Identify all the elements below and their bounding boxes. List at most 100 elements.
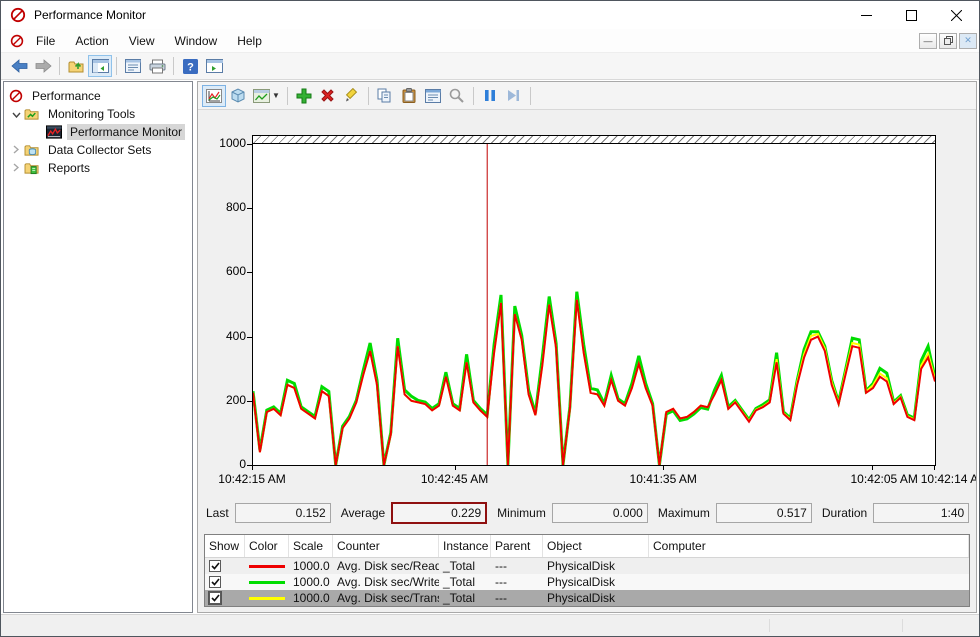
close-icon — [951, 10, 962, 21]
column-header-counter[interactable]: Counter — [333, 535, 439, 557]
forward-icon — [35, 59, 52, 73]
view-current-activity-button[interactable] — [202, 85, 226, 107]
graph-type-icon — [253, 89, 270, 103]
menu-help[interactable]: Help — [229, 30, 270, 52]
counter-name: Avg. Disk sec/Transfer — [333, 590, 439, 606]
status-separator — [769, 619, 770, 632]
up-one-level-button[interactable] — [64, 55, 88, 77]
new-window-button[interactable] — [202, 55, 226, 77]
stat-value: 1:40 — [873, 503, 969, 523]
properties-dialog-button[interactable] — [421, 85, 445, 107]
status-bar — [1, 614, 979, 636]
parent-value: --- — [491, 558, 543, 574]
show-checkbox[interactable] — [209, 576, 221, 588]
y-axis-label: 800 — [204, 200, 246, 214]
menu-view[interactable]: View — [121, 30, 163, 52]
column-header-instance[interactable]: Instance — [439, 535, 491, 557]
scale-overflow-hatch — [253, 136, 935, 144]
freeze-display-button[interactable] — [478, 85, 502, 107]
column-header-color[interactable]: Color — [245, 535, 289, 557]
export-list-button[interactable] — [145, 55, 169, 77]
tree-item-performance-monitor[interactable]: Performance Monitor — [4, 123, 192, 141]
toolbar-separator — [173, 57, 174, 75]
line-chart[interactable] — [253, 144, 935, 465]
status-separator — [902, 619, 903, 632]
delete-counter-button[interactable] — [316, 85, 340, 107]
show-checkbox[interactable] — [209, 592, 221, 604]
menu-window[interactable]: Window — [167, 30, 226, 52]
highlight-button[interactable] — [340, 85, 364, 107]
column-header-scale[interactable]: Scale — [289, 535, 333, 557]
mdi-restore-button[interactable] — [939, 33, 957, 49]
mdi-close-button[interactable]: ✕ — [959, 33, 977, 49]
counter-name: Avg. Disk sec/Write — [333, 574, 439, 590]
back-button[interactable] — [7, 55, 31, 77]
minimize-icon — [861, 10, 872, 21]
help-button[interactable]: ? — [178, 55, 202, 77]
show-console-tree-button[interactable] — [88, 55, 112, 77]
pause-icon — [484, 89, 496, 102]
folder-up-icon — [68, 59, 85, 74]
maximize-button[interactable] — [889, 1, 934, 29]
y-axis-tick — [247, 337, 252, 338]
plot-frame — [252, 135, 936, 466]
x-axis-label: 10:42:45 AM — [421, 472, 488, 486]
current-activity-icon — [206, 89, 222, 103]
svg-text:?: ? — [187, 61, 194, 73]
properties-button[interactable] — [121, 55, 145, 77]
column-header-show[interactable]: Show — [205, 535, 245, 557]
stat-label: Last — [206, 506, 229, 520]
graph-area: 0200400600800100010:42:15 AM10:42:45 AM1… — [198, 110, 976, 492]
y-axis-tick — [247, 272, 252, 273]
x-axis-label: 10:41:35 AM — [630, 472, 697, 486]
update-data-button[interactable] — [502, 85, 526, 107]
copy-properties-button[interactable] — [373, 85, 397, 107]
paste-counter-list-button[interactable] — [397, 85, 421, 107]
mdi-minimize-button[interactable]: — — [919, 33, 937, 49]
log-data-icon — [230, 88, 246, 103]
chart-toolbar-separator — [473, 87, 474, 105]
tree-item-monitoring-tools[interactable]: Monitoring Tools — [4, 105, 192, 123]
column-header-object[interactable]: Object — [543, 535, 649, 557]
step-forward-icon — [507, 89, 520, 102]
performance-monitor-panel: ▼ — [197, 81, 977, 613]
column-header-parent[interactable]: Parent — [491, 535, 543, 557]
series-avg-disk-sec-transfer-x- — [253, 300, 935, 465]
tree-item-label: Monitoring Tools — [45, 106, 138, 122]
tree-item-performance[interactable]: Performance — [4, 87, 192, 105]
back-icon — [11, 59, 28, 73]
add-counter-button[interactable] — [292, 85, 316, 107]
chevron-collapsed-icon[interactable] — [8, 143, 24, 157]
dropdown-caret-icon: ▼ — [272, 91, 280, 100]
x-axis-tick — [663, 466, 664, 470]
close-button[interactable] — [934, 1, 979, 29]
counter-legend-table: Show Color Scale Counter Instance Parent… — [204, 534, 970, 607]
forward-button[interactable] — [31, 55, 55, 77]
tree-item-data-collector-sets[interactable]: Data Collector Sets — [4, 141, 192, 159]
stat-average: Average 0.229 — [341, 502, 487, 524]
content-area: Performance Monitoring Tools — [1, 81, 979, 613]
stat-duration: Duration 1:40 — [822, 503, 969, 523]
counter-row-write[interactable]: 1000.0 Avg. Disk sec/Write _Total --- Ph… — [205, 574, 969, 590]
menu-file[interactable]: File — [28, 30, 63, 52]
performance-monitor-icon — [46, 125, 62, 139]
data-collector-sets-folder-icon — [24, 143, 40, 157]
chevron-expanded-icon[interactable] — [8, 107, 24, 121]
y-axis-tick — [247, 401, 252, 402]
stat-label: Duration — [822, 506, 867, 520]
tree-item-reports[interactable]: Reports — [4, 159, 192, 177]
menu-action[interactable]: Action — [67, 30, 116, 52]
counter-row-read[interactable]: 1000.0 Avg. Disk sec/Read _Total --- Phy… — [205, 558, 969, 574]
change-graph-type-button[interactable]: ▼ — [250, 85, 283, 107]
y-axis-tick — [247, 208, 252, 209]
view-log-data-button[interactable] — [226, 85, 250, 107]
column-header-computer[interactable]: Computer — [649, 535, 969, 557]
counter-row-transfer[interactable]: 1000.0 Avg. Disk sec/Transfer _Total ---… — [205, 590, 969, 606]
chevron-collapsed-icon[interactable] — [8, 161, 24, 175]
printer-icon — [149, 59, 166, 74]
scale-value: 1000.0 — [289, 574, 333, 590]
title-bar: Performance Monitor — [1, 1, 979, 29]
zoom-button[interactable] — [445, 85, 469, 107]
show-checkbox[interactable] — [209, 560, 221, 572]
minimize-button[interactable] — [844, 1, 889, 29]
